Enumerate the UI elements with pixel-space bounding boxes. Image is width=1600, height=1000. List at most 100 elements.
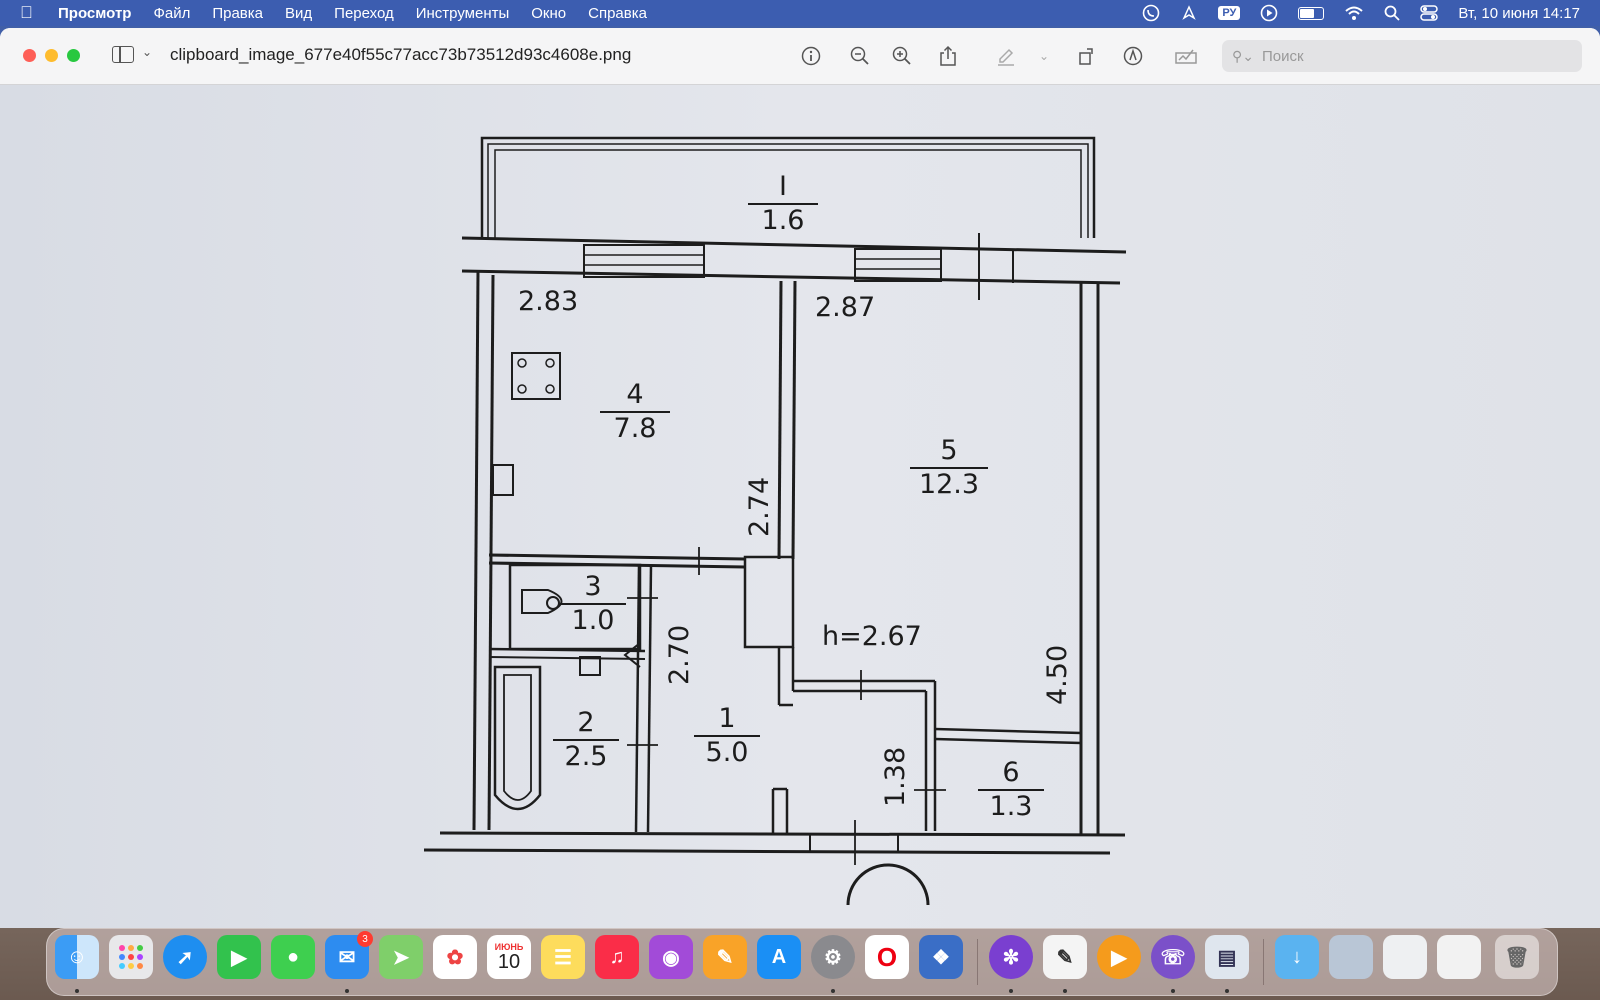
preview-running-dot (1225, 989, 1229, 993)
bathroom-number: 2 (553, 707, 619, 742)
mail-icon[interactable]: ✉ 3 (325, 931, 373, 979)
preview-window: ⌄ clipboard_image_677e40f55c77acc73b7351… (0, 28, 1600, 928)
room-area: 12.3 (918, 469, 980, 501)
zoom-button[interactable] (67, 49, 80, 62)
viber-icon[interactable]: ☏ (1151, 935, 1195, 979)
share-icon[interactable] (934, 42, 962, 70)
info-icon[interactable] (797, 42, 825, 70)
system-settings-icon[interactable]: ⚙ (811, 935, 855, 979)
opera-icon[interactable]: O (865, 935, 909, 979)
viber-running-dot (1171, 989, 1175, 993)
launchpad-icon[interactable] (109, 935, 153, 979)
kitchen-area: 7.8 (613, 413, 657, 445)
trash-icon[interactable]: 🗑 (1495, 935, 1539, 979)
dim-room-depth: 4.50 (1042, 644, 1073, 705)
closet-area: 1.3 (989, 791, 1033, 823)
menu-go[interactable]: Переход (334, 5, 394, 22)
room-number: 5 (910, 435, 988, 470)
bathroom-label: 2 2.5 (553, 707, 619, 774)
spotlight-search-icon[interactable] (1384, 5, 1400, 21)
recent-file-thumbnail-1[interactable] (1329, 935, 1373, 979)
viber-status-icon[interactable] (1142, 4, 1160, 22)
image-canvas[interactable]: I 1.6 2.83 2.87 4 7.8 5 12.3 2.74 3 1.0 … (0, 85, 1600, 928)
kitchen-number: 4 (600, 379, 670, 414)
rotate-icon[interactable] (1073, 42, 1101, 70)
mail-running-dot (345, 989, 349, 993)
hall-area: 5.0 (705, 737, 749, 769)
search-input[interactable] (1259, 46, 1564, 66)
preview-icon[interactable]: ▤ (1205, 935, 1249, 979)
keyboard-layout-indicator[interactable]: РУ (1218, 6, 1241, 20)
menu-tools[interactable]: Инструменты (416, 5, 510, 22)
menu-clock[interactable]: Вт, 10 июня 14:17 (1458, 5, 1580, 22)
wc-number: 3 (560, 571, 626, 606)
app-store-icon[interactable]: A (757, 935, 801, 979)
wc-label: 3 1.0 (560, 571, 626, 638)
firefox-running-dot (1009, 989, 1013, 993)
hall-label: 1 5.0 (694, 703, 760, 770)
zoom-in-icon[interactable] (888, 42, 916, 70)
notes-icon[interactable]: ☰ (541, 935, 585, 979)
settings-running-dot (831, 989, 835, 993)
dim-room-width: 2.87 (815, 292, 876, 323)
signature-form-icon[interactable] (1172, 42, 1200, 70)
balcony-area: 1.6 (761, 205, 805, 237)
closet-label: 6 1.3 (978, 757, 1044, 824)
room-label: 5 12.3 (910, 435, 988, 502)
facetime-icon[interactable]: ▶ (217, 935, 261, 979)
menu-help[interactable]: Справка (588, 5, 647, 22)
mail-badge: 3 (357, 931, 373, 947)
battery-icon[interactable] (1298, 6, 1325, 20)
annotate-icon[interactable] (1119, 42, 1147, 70)
rocket-status-icon[interactable] (1180, 4, 1198, 22)
dim-kitchen-depth: 2.74 (744, 476, 775, 537)
safari-icon[interactable]: ➚ (163, 935, 207, 979)
dock-separator-2 (1263, 939, 1264, 985)
markup-chevron-down-icon[interactable]: ⌄ (1030, 42, 1058, 70)
podcasts-icon[interactable]: ◉ (649, 935, 693, 979)
pages-icon[interactable]: ✎ (703, 935, 747, 979)
minimize-button[interactable] (45, 49, 58, 62)
recent-file-thumbnail-3[interactable] (1437, 935, 1481, 979)
bathroom-area: 2.5 (564, 741, 608, 773)
messages-icon[interactable]: ● (271, 935, 315, 979)
downloads-folder-icon[interactable]: ↓ (1275, 935, 1319, 979)
window-title: clipboard_image_677e40f55c77acc73b73512d… (170, 45, 632, 64)
search-icon: ⚲⌄ (1232, 47, 1254, 64)
media-player-icon[interactable]: ▶ (1097, 935, 1141, 979)
textedit-running-dot (1063, 989, 1067, 993)
menu-edit[interactable]: Правка (212, 5, 263, 22)
calendar-icon[interactable]: ИЮНЬ 10 (487, 935, 531, 979)
menu-view[interactable]: Вид (285, 5, 312, 22)
markup-pen-icon[interactable] (992, 42, 1020, 70)
dim-closet: 1.38 (880, 746, 911, 807)
textedit-icon[interactable]: ✎ (1043, 935, 1087, 979)
finder-running-dot (75, 989, 79, 993)
rocket-app-icon[interactable]: ❖ (919, 935, 963, 979)
hall-number: 1 (694, 703, 760, 738)
menu-window[interactable]: Окно (531, 5, 566, 22)
dim-hall-length: 2.70 (664, 624, 695, 685)
control-center-icon[interactable] (1420, 5, 1439, 21)
search-field[interactable]: ⚲⌄ (1222, 40, 1582, 72)
kitchen-label: 4 7.8 (600, 379, 670, 446)
menu-app-name[interactable]: Просмотр (58, 5, 131, 22)
photos-icon[interactable]: ✿ (433, 935, 477, 979)
recent-file-thumbnail-2[interactable] (1383, 935, 1427, 979)
balcony-label: I 1.6 (748, 171, 818, 238)
window-toolbar: ⌄ clipboard_image_677e40f55c77acc73b7351… (0, 28, 1600, 85)
menu-file[interactable]: Файл (153, 5, 190, 22)
dock-separator (977, 939, 978, 985)
finder-icon[interactable]: ☺ (55, 935, 99, 979)
sidebar-toggle-icon[interactable] (112, 46, 134, 63)
wifi-icon[interactable] (1344, 5, 1364, 21)
play-status-icon[interactable] (1260, 4, 1278, 22)
music-icon[interactable]: ♫ (595, 935, 639, 979)
close-button[interactable] (23, 49, 36, 62)
firefox-icon[interactable]: ✼ (989, 935, 1033, 979)
zoom-out-icon[interactable] (846, 42, 874, 70)
apple-menu-icon[interactable]:  (20, 3, 42, 23)
wc-area: 1.0 (571, 605, 615, 637)
chevron-down-icon[interactable]: ⌄ (142, 45, 152, 59)
maps-icon[interactable]: ➤ (379, 935, 423, 979)
